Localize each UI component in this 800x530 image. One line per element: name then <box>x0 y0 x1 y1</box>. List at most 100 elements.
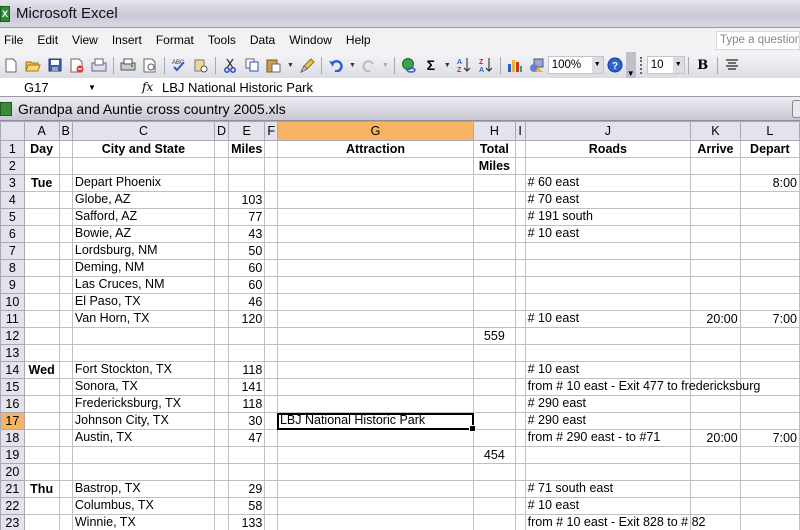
cell-k21[interactable] <box>690 480 741 498</box>
cell-b15[interactable] <box>58 378 73 396</box>
print-icon[interactable] <box>120 57 137 74</box>
cell-a2[interactable] <box>23 157 60 175</box>
cell-k17[interactable] <box>690 412 741 430</box>
cell-c10[interactable]: El Paso, TX <box>71 293 216 311</box>
cell-g7[interactable] <box>276 242 475 260</box>
hyperlink-icon[interactable] <box>400 57 417 74</box>
cell-b13[interactable] <box>58 344 73 362</box>
cell-i3[interactable] <box>514 174 526 192</box>
row-header[interactable]: 6 <box>0 225 25 243</box>
cell-g14[interactable] <box>276 361 475 379</box>
cell-g15[interactable] <box>276 378 475 396</box>
cell-d4[interactable] <box>214 191 230 209</box>
cell-a6[interactable] <box>23 225 60 243</box>
cell-e9[interactable]: 60 <box>228 276 266 294</box>
cell-h5[interactable] <box>473 208 516 226</box>
cell-k7[interactable] <box>690 242 741 260</box>
cell-b2[interactable] <box>58 157 73 175</box>
cell-g13[interactable] <box>276 344 475 362</box>
help-icon[interactable]: ? <box>606 57 623 74</box>
cell-d13[interactable] <box>214 344 230 362</box>
cell-k2[interactable] <box>690 157 741 175</box>
autosum-dropdown-arrow[interactable]: ▼ <box>444 62 451 69</box>
cell-h4[interactable] <box>473 191 516 209</box>
cell-h15[interactable] <box>473 378 516 396</box>
cell-k14[interactable] <box>690 361 741 379</box>
cell-b18[interactable] <box>58 429 73 447</box>
cell-g3[interactable] <box>276 174 475 192</box>
row-header[interactable]: 16 <box>0 395 25 413</box>
cell-j2[interactable] <box>524 157 692 175</box>
cell-c3[interactable]: Depart Phoenix <box>71 174 216 192</box>
cell-j11[interactable]: # 10 east <box>524 310 692 328</box>
chart-wizard-icon[interactable] <box>506 57 523 74</box>
cell-j19[interactable] <box>524 446 692 464</box>
cell-g4[interactable] <box>276 191 475 209</box>
cell-e7[interactable]: 50 <box>228 242 266 260</box>
cell-i9[interactable] <box>514 276 526 294</box>
cell-l21[interactable] <box>739 480 800 498</box>
cell-j21[interactable]: # 71 south east <box>524 480 692 498</box>
cell-f21[interactable] <box>264 480 278 498</box>
cell-g2[interactable] <box>276 157 475 175</box>
cell-g22[interactable] <box>276 497 475 515</box>
cell-j10[interactable] <box>524 293 692 311</box>
cell-a23[interactable] <box>23 514 60 530</box>
name-box-dropdown-icon[interactable]: ▼ <box>82 83 142 92</box>
menu-file[interactable]: File <box>4 33 23 47</box>
row-header[interactable]: 2 <box>0 157 25 175</box>
cell-k18[interactable]: 20:00 <box>690 429 741 447</box>
cell-g17[interactable]: LBJ National Historic Park <box>276 412 477 433</box>
cell-j22[interactable]: # 10 east <box>524 497 692 515</box>
cell-d2[interactable] <box>214 157 230 175</box>
cell-l22[interactable] <box>739 497 800 515</box>
cell-d22[interactable] <box>214 497 230 515</box>
cell-g19[interactable] <box>276 446 475 464</box>
cell-l8[interactable] <box>739 259 800 277</box>
cell-f13[interactable] <box>264 344 278 362</box>
cell-f1[interactable] <box>264 140 278 158</box>
column-header-g[interactable]: G <box>276 121 475 141</box>
cell-i6[interactable] <box>514 225 526 243</box>
column-header-l[interactable]: L <box>739 121 800 141</box>
cell-b20[interactable] <box>58 463 73 481</box>
cell-j6[interactable]: # 10 east <box>524 225 692 243</box>
cell-e11[interactable]: 120 <box>228 310 266 328</box>
cell-f9[interactable] <box>264 276 278 294</box>
cell-k6[interactable] <box>690 225 741 243</box>
cell-a15[interactable] <box>23 378 60 396</box>
cell-a17[interactable] <box>23 412 60 430</box>
menu-help[interactable]: Help <box>346 33 371 47</box>
cell-l13[interactable] <box>739 344 800 362</box>
cell-g12[interactable] <box>276 327 475 345</box>
cell-d7[interactable] <box>214 242 230 260</box>
cell-h9[interactable] <box>473 276 516 294</box>
toolbar-grip[interactable] <box>639 56 643 74</box>
cell-c4[interactable]: Globe, AZ <box>71 191 216 209</box>
spelling-icon[interactable]: ABC <box>171 57 188 74</box>
cell-g9[interactable] <box>276 276 475 294</box>
cell-g18[interactable] <box>276 429 475 447</box>
cell-k12[interactable] <box>690 327 741 345</box>
cell-k4[interactable] <box>690 191 741 209</box>
cell-a19[interactable] <box>23 446 60 464</box>
cell-a9[interactable] <box>23 276 60 294</box>
cell-a1[interactable]: Day <box>23 140 60 158</box>
cell-i1[interactable] <box>514 140 526 158</box>
cell-b4[interactable] <box>58 191 73 209</box>
cell-f2[interactable] <box>264 157 278 175</box>
cell-c14[interactable]: Fort Stockton, TX <box>71 361 216 379</box>
cell-l12[interactable] <box>739 327 800 345</box>
cell-k22[interactable] <box>690 497 741 515</box>
cell-f18[interactable] <box>264 429 278 447</box>
cell-j18[interactable]: from # 290 east - to #71 <box>524 429 692 447</box>
cell-i19[interactable] <box>514 446 526 464</box>
cell-l3[interactable]: 8:00 <box>739 174 800 192</box>
cell-g8[interactable] <box>276 259 475 277</box>
cell-f14[interactable] <box>264 361 278 379</box>
cell-e12[interactable] <box>228 327 266 345</box>
row-header[interactable]: 9 <box>0 276 25 294</box>
cell-k8[interactable] <box>690 259 741 277</box>
cell-a4[interactable] <box>23 191 60 209</box>
cell-l20[interactable] <box>739 463 800 481</box>
